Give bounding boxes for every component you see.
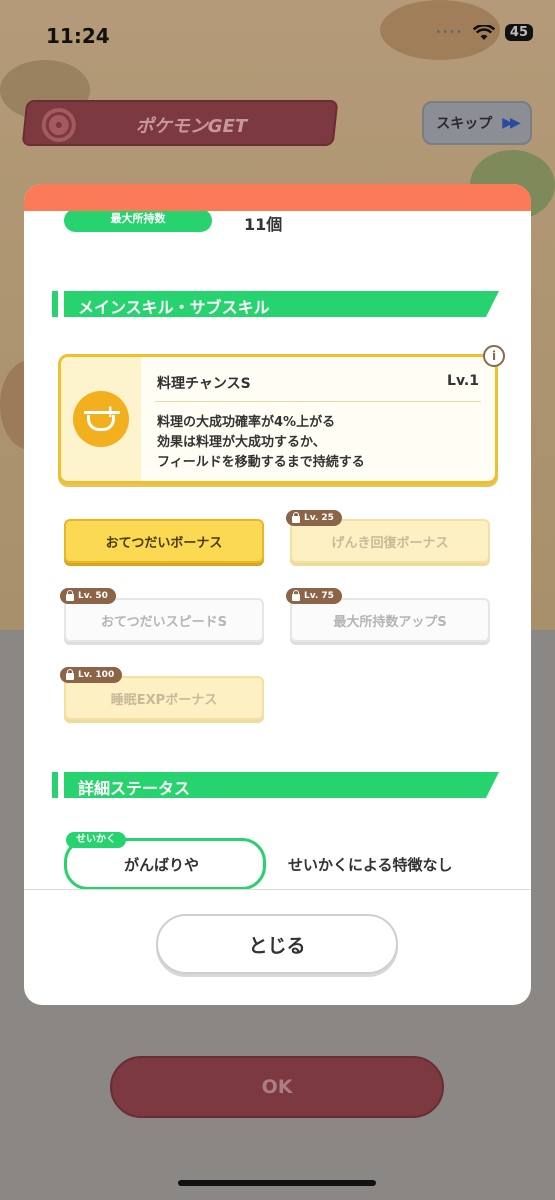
battery-icon: 45 — [504, 24, 533, 41]
nature-value: がんばりや — [124, 856, 200, 874]
skip-label: スキップ — [436, 116, 493, 132]
pokeball-icon — [41, 108, 76, 142]
lock-icon — [66, 668, 74, 680]
max-capacity-value: 11個 — [244, 215, 283, 234]
close-button[interactable]: とじる — [156, 914, 398, 974]
subskill-button-locked[interactable]: おてつだいスピードS — [64, 598, 264, 642]
subskill-button[interactable]: おてつだいボーナス — [64, 519, 264, 563]
main-skill-card[interactable]: ! 料理チャンスS Lv.1 料理の大成功確率が4%上がる 効果は料理が大成功す… — [58, 354, 498, 484]
ok-button[interactable]: OK — [110, 1056, 444, 1118]
max-capacity-label: 最大所持数 — [64, 211, 212, 232]
status-icons: •••• 45 — [435, 24, 533, 41]
cooking-pot-icon: ! — [73, 391, 129, 447]
fast-forward-icon: ▶▶ — [502, 115, 520, 131]
unlock-level-tag: Lv. 50 — [60, 588, 116, 604]
pokemon-get-banner: ポケモンGET — [21, 100, 339, 146]
skills-section-header: メインスキル・サブスキル — [52, 291, 499, 317]
unlock-level-tag: Lv. 100 — [60, 667, 123, 683]
lock-icon — [66, 589, 74, 601]
lock-icon — [292, 511, 300, 523]
main-skill-name: 料理チャンスS — [157, 376, 251, 392]
wifi-icon — [472, 24, 495, 40]
signal-icon: •••• — [435, 27, 463, 38]
details-section-header: 詳細ステータス — [52, 772, 499, 798]
main-skill-level: Lv.1 — [447, 373, 479, 389]
main-skill-description: 料理の大成功確率が4%上がる 効果は料理が大成功するか、 フィールドを移動するま… — [157, 415, 365, 470]
banner-title: ポケモンGET — [135, 116, 248, 137]
info-icon[interactable]: i — [483, 345, 505, 367]
skip-button[interactable]: スキップ ▶▶ — [422, 101, 532, 145]
home-indicator[interactable] — [178, 1180, 376, 1186]
pokemon-detail-modal: 最大所持数 11個 メインスキル・サブスキル ! 料理チャンスS Lv.1 料理… — [24, 184, 531, 1005]
unlock-level-tag: Lv. 75 — [286, 588, 342, 604]
modal-scroll-area[interactable]: 最大所持数 11個 メインスキル・サブスキル ! 料理チャンスS Lv.1 料理… — [24, 211, 531, 889]
unlock-level-tag: Lv. 25 — [286, 510, 342, 526]
nature-description: せいかくによる特徴なし — [288, 856, 453, 874]
status-time: 11:24 — [46, 24, 110, 48]
modal-header-bar — [24, 184, 531, 211]
subskill-button-locked[interactable]: 最大所持数アップS — [290, 598, 490, 642]
details-section-title: 詳細ステータス — [78, 779, 191, 798]
skills-section-title: メインスキル・サブスキル — [78, 298, 270, 317]
nature-tag: せいかく — [66, 832, 126, 848]
lock-icon — [292, 589, 300, 601]
